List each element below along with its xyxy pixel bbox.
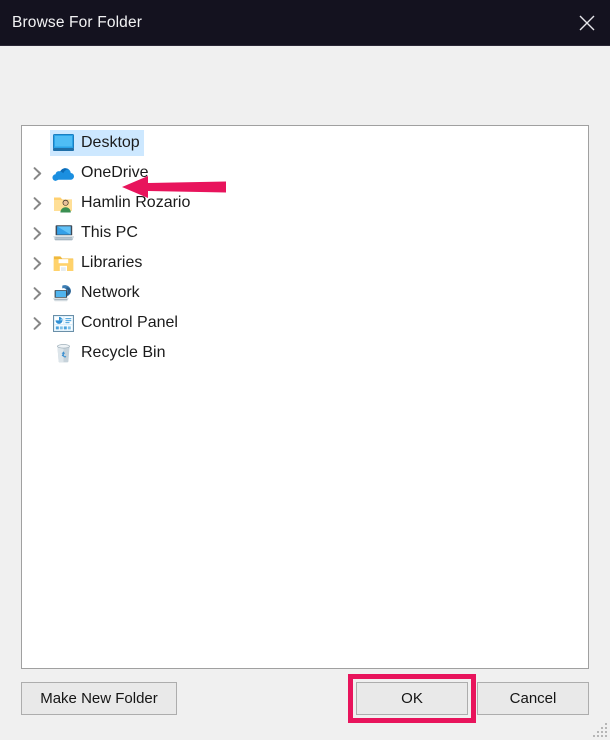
tree-item-network[interactable]: Network bbox=[22, 278, 588, 308]
chevron-right-icon[interactable] bbox=[24, 166, 50, 180]
chevron-right-icon[interactable] bbox=[24, 256, 50, 270]
this-pc-icon bbox=[52, 222, 74, 244]
dialog-footer: Make New Folder OK Cancel bbox=[0, 668, 610, 740]
folder-tree-list: Desktop OneDrive Hamlin Rozario This PC Libr… bbox=[22, 126, 588, 368]
tree-item-onedrive[interactable]: OneDrive bbox=[22, 158, 588, 188]
title-bar: Browse For Folder bbox=[0, 0, 610, 46]
network-icon bbox=[52, 282, 74, 304]
tree-item-label: Hamlin Rozario bbox=[81, 194, 191, 211]
tree-item-content[interactable]: Recycle Bin bbox=[50, 340, 169, 366]
ok-button[interactable]: OK bbox=[356, 682, 468, 715]
tree-item-content[interactable]: OneDrive bbox=[50, 160, 153, 186]
libraries-folder-icon bbox=[52, 252, 74, 274]
onedrive-cloud-icon bbox=[52, 162, 74, 184]
resize-grip[interactable] bbox=[593, 723, 607, 737]
tree-item-this-pc[interactable]: This PC bbox=[22, 218, 588, 248]
chevron-right-icon[interactable] bbox=[24, 286, 50, 300]
tree-item-content[interactable]: Control Panel bbox=[50, 310, 182, 336]
tree-item-label: Network bbox=[81, 284, 140, 301]
tree-item-label: Recycle Bin bbox=[81, 344, 166, 361]
tree-item-recycle-bin[interactable]: Recycle Bin bbox=[22, 338, 588, 368]
tree-item-content[interactable]: Desktop bbox=[50, 130, 144, 156]
desktop-monitor-icon bbox=[52, 132, 74, 154]
tree-item-libraries[interactable]: Libraries bbox=[22, 248, 588, 278]
tree-item-content[interactable]: Hamlin Rozario bbox=[50, 190, 194, 216]
tree-item-desktop[interactable]: Desktop bbox=[22, 128, 588, 158]
tree-item-label: Libraries bbox=[81, 254, 143, 271]
make-new-folder-button[interactable]: Make New Folder bbox=[21, 682, 177, 715]
tree-item-content[interactable]: Libraries bbox=[50, 250, 146, 276]
window-title: Browse For Folder bbox=[12, 13, 143, 31]
chevron-right-icon bbox=[24, 137, 50, 150]
chevron-right-icon[interactable] bbox=[24, 196, 50, 210]
chevron-right-icon[interactable] bbox=[24, 226, 50, 240]
tree-item-control-panel[interactable]: Control Panel bbox=[22, 308, 588, 338]
close-button[interactable] bbox=[564, 0, 610, 45]
folder-tree-panel[interactable]: Desktop OneDrive Hamlin Rozario This PC Libr… bbox=[21, 125, 589, 669]
dialog-body: Desktop OneDrive Hamlin Rozario This PC Libr… bbox=[0, 46, 610, 740]
recycle-bin-icon bbox=[52, 342, 74, 364]
chevron-right-icon bbox=[24, 347, 50, 360]
control-panel-icon bbox=[52, 312, 74, 334]
browse-for-folder-dialog: Browse For Folder Desktop OneDrive Hamlin … bbox=[0, 0, 610, 740]
tree-item-content[interactable]: This PC bbox=[50, 220, 142, 246]
cancel-button[interactable]: Cancel bbox=[477, 682, 589, 715]
user-folder-icon bbox=[52, 192, 74, 214]
tree-item-hamlin-rozario[interactable]: Hamlin Rozario bbox=[22, 188, 588, 218]
tree-item-content[interactable]: Network bbox=[50, 280, 144, 306]
chevron-right-icon[interactable] bbox=[24, 316, 50, 330]
tree-item-label: This PC bbox=[81, 224, 138, 241]
tree-item-label: Desktop bbox=[81, 134, 140, 151]
close-icon bbox=[578, 14, 596, 32]
tree-item-label: OneDrive bbox=[81, 164, 149, 181]
tree-item-label: Control Panel bbox=[81, 314, 178, 331]
